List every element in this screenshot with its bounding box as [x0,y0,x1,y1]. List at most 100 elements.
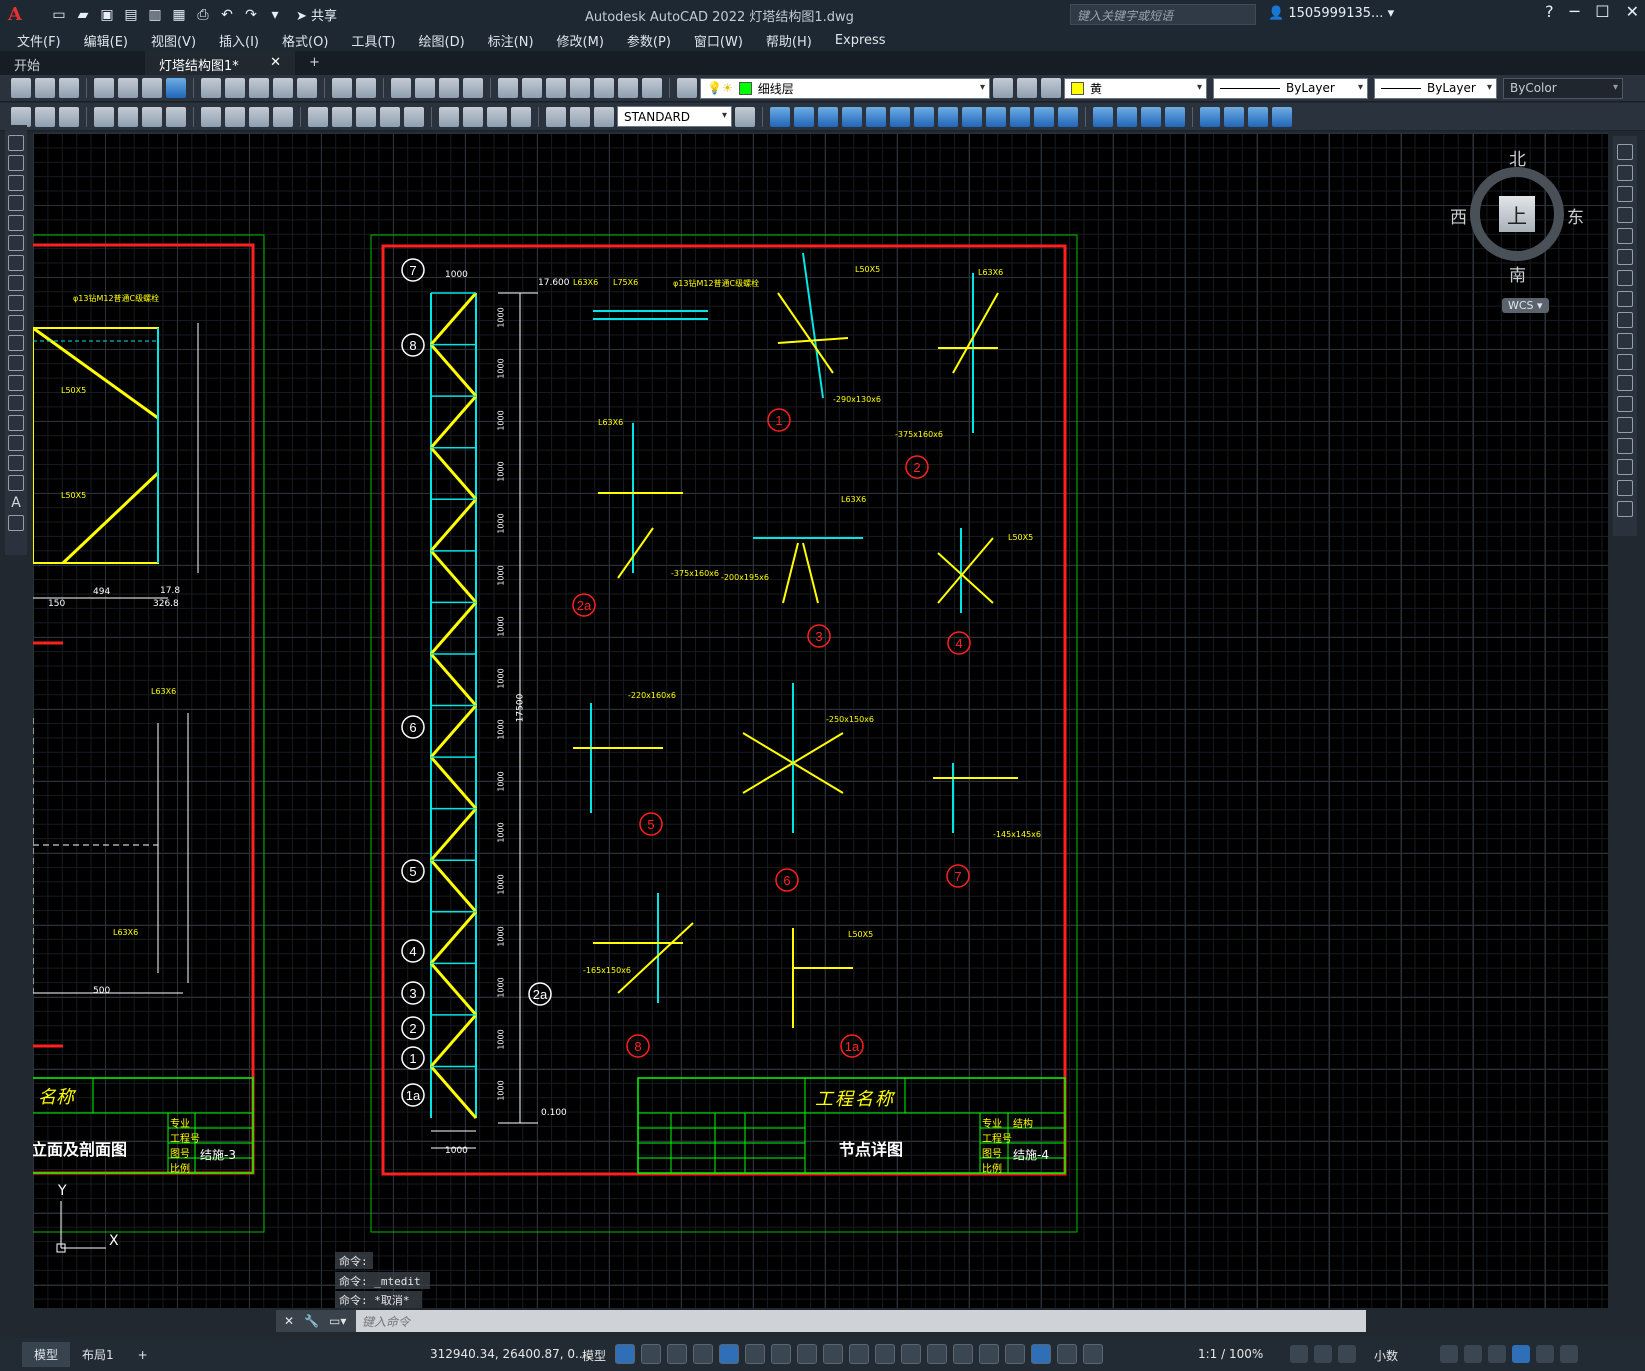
workspace-icon[interactable] [1290,1345,1308,1363]
units-display[interactable]: 小数 [1374,1347,1398,1364]
coordinates-display[interactable]: 312940.34, 26400.87, 0.... [430,1347,590,1361]
menu-file[interactable]: 文件(F) [17,31,61,50]
preview-icon[interactable] [118,78,138,98]
menu-view[interactable]: 视图(V) [151,31,196,50]
break-at-point-icon[interactable] [1617,375,1633,391]
open-icon[interactable] [35,78,55,98]
menu-edit[interactable]: 编辑(E) [84,31,128,50]
sheet-set-icon[interactable] [570,78,590,98]
layer-properties-icon[interactable] [677,78,697,98]
customize-icon[interactable]: 🔧 [304,1314,319,1328]
help-icon[interactable]: ? [1545,2,1554,21]
customization-icon[interactable] [1560,1345,1578,1363]
add-layout-button[interactable]: + [126,1344,160,1366]
array-icon[interactable] [1617,228,1633,244]
close-tab-icon[interactable]: ✕ [270,55,281,71]
rotate-icon[interactable] [1617,270,1633,286]
mtext-icon[interactable]: A [8,495,24,511]
dynamic-input-icon[interactable] [693,1344,713,1364]
mirror-icon[interactable] [1617,186,1633,202]
inspection-icon[interactable] [487,106,507,127]
compass-north[interactable]: 北 [1509,145,1526,170]
layout-tab-1[interactable]: 布局1 [70,1342,126,1367]
lineweight-dropdown[interactable]: ByLayer ▾ [1374,77,1497,99]
lock-ui-icon[interactable] [1464,1345,1482,1363]
maximize-icon[interactable]: ☐ [1595,2,1609,21]
thicken-icon[interactable] [1200,106,1220,127]
selection-cycling-icon[interactable] [901,1344,921,1364]
dim-style-icon[interactable] [735,106,755,127]
modify-tool-2-icon[interactable] [35,106,55,127]
join-icon[interactable] [1617,417,1633,433]
search-input[interactable]: 键入关键字或短语 [1070,4,1256,25]
open-file-icon[interactable]: ▰ [72,4,94,26]
save-web-icon[interactable]: ▦ [168,4,190,26]
insert-block-icon[interactable] [8,355,24,371]
autocad-logo-icon[interactable]: A [0,0,30,29]
3d-mirror-icon[interactable] [866,106,886,127]
dim-edit-icon[interactable] [546,106,566,127]
menu-help[interactable]: 帮助(H) [766,31,812,50]
make-current-layer-icon[interactable] [993,78,1013,98]
revision-cloud-icon[interactable] [8,275,24,291]
compass-west[interactable]: 西 [1450,203,1467,228]
new-tab-button[interactable]: + [295,51,334,75]
region-icon[interactable] [8,455,24,471]
tab-start[interactable]: 开始 [0,51,145,75]
transparency-icon[interactable] [875,1344,895,1364]
center-mark-icon[interactable] [463,106,483,127]
gradient-icon[interactable] [8,435,24,451]
scale-icon[interactable] [1617,291,1633,307]
polygon-icon[interactable] [8,195,24,211]
make-block-icon[interactable] [8,375,24,391]
circle-icon[interactable] [8,255,24,271]
cut-icon[interactable] [201,78,221,98]
redo-icon[interactable]: ↷ [240,4,262,26]
save-icon[interactable]: ▣ [96,4,118,26]
copy-icon[interactable] [225,78,245,98]
crosshair-icon[interactable] [1314,1345,1332,1363]
wcs-menu[interactable]: WCS ▾ [1502,298,1549,313]
stretch-icon[interactable] [1617,312,1633,328]
viewcube[interactable]: 上 北 南 东 西 WCS ▾ [1450,145,1585,320]
menu-parametric[interactable]: 参数(P) [627,31,671,50]
hatch-icon[interactable] [8,415,24,431]
grid-icon[interactable] [615,1344,635,1364]
isolate-objects-icon[interactable] [1488,1345,1506,1363]
plot-tool-icon[interactable] [94,78,114,98]
dim-aligned-icon[interactable] [118,106,138,127]
trim-icon[interactable] [1617,333,1633,349]
tolerance-icon[interactable] [439,106,459,127]
slice-icon[interactable] [1117,106,1137,127]
jogged-linear-icon[interactable] [511,106,531,127]
dim-update-icon[interactable] [594,106,614,127]
properties-icon[interactable] [498,78,518,98]
isometric-icon[interactable] [771,1344,791,1364]
ellipse-arc-icon[interactable] [8,335,24,351]
chamfer-icon[interactable] [1617,438,1633,454]
surface-icon[interactable] [1272,106,1292,127]
dynamic-ucs-icon[interactable] [953,1344,973,1364]
snap-mode-icon[interactable] [641,1344,661,1364]
object-snap-tracking-icon[interactable] [797,1344,817,1364]
linetype-dropdown[interactable]: ByLayer ▾ [1213,77,1368,99]
dimstyle-dropdown[interactable]: STANDARD ▾ [617,106,732,127]
3d-scale-icon[interactable] [818,106,838,127]
mesh-icon[interactable] [1248,106,1268,127]
layout-tab-model[interactable]: 模型 [22,1342,71,1367]
quick-dim-icon[interactable] [308,106,328,127]
3d-align-icon[interactable] [842,106,862,127]
close-command-line-icon[interactable]: ✕ [284,1314,294,1328]
section-icon[interactable] [1093,106,1113,127]
undo-tool-icon[interactable] [332,78,352,98]
paste-icon[interactable] [249,78,269,98]
zoom-previous-icon[interactable] [463,78,483,98]
help-tool-icon[interactable] [642,78,662,98]
customize-dropdown-icon[interactable]: ▾ [264,4,286,26]
table-icon[interactable] [8,475,24,491]
dim-radius-icon[interactable] [201,106,221,127]
auto-scale-icon[interactable] [1057,1344,1077,1364]
markup-icon[interactable] [594,78,614,98]
menu-insert[interactable]: 插入(I) [219,31,259,50]
viewcube-top-face[interactable]: 上 [1499,196,1535,232]
